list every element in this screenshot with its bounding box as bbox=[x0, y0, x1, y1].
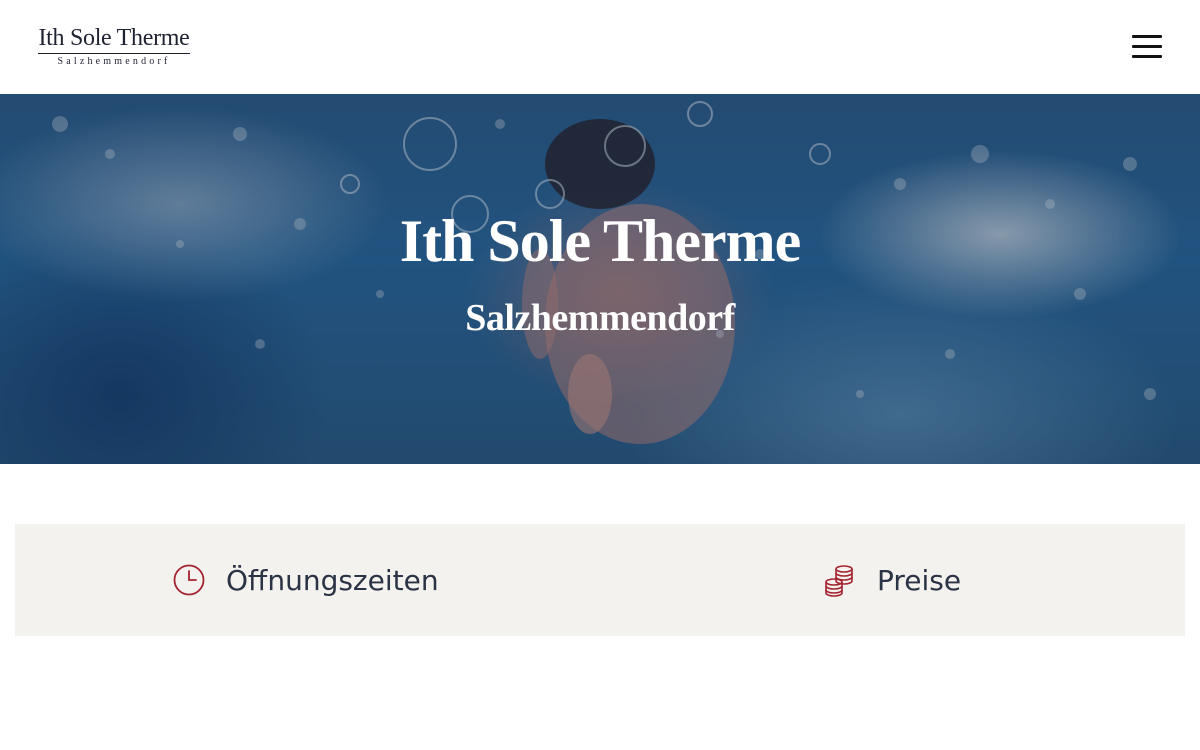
prices-label: Preise bbox=[877, 563, 962, 597]
logo-divider bbox=[38, 53, 190, 54]
menu-line bbox=[1132, 45, 1162, 48]
menu-line bbox=[1132, 55, 1162, 58]
prices-link[interactable]: Preise bbox=[823, 524, 961, 636]
coins-icon bbox=[825, 565, 853, 597]
clock-icon bbox=[173, 564, 205, 596]
menu-line bbox=[1132, 35, 1162, 38]
site-logo[interactable]: Ith Sole Therme Salzhemmendorf bbox=[38, 24, 190, 67]
logo-title: Ith Sole Therme bbox=[38, 25, 190, 51]
quick-info-bar: Öffnungszeiten Preise bbox=[15, 524, 1185, 636]
hero-overlay bbox=[0, 94, 1200, 464]
logo-subtitle: Salzhemmendorf bbox=[57, 56, 171, 67]
hamburger-menu-icon[interactable] bbox=[1128, 30, 1166, 64]
site-header: Ith Sole Therme Salzhemmendorf bbox=[0, 0, 1200, 94]
opening-hours-link[interactable]: Öffnungszeiten bbox=[172, 524, 439, 636]
hero-banner: Ith Sole Therme Salzhemmendorf bbox=[0, 94, 1200, 464]
opening-hours-label: Öffnungszeiten bbox=[226, 563, 439, 597]
hero-title: Ith Sole Therme bbox=[399, 208, 802, 274]
hero-subtitle: Salzhemmendorf bbox=[465, 297, 735, 339]
